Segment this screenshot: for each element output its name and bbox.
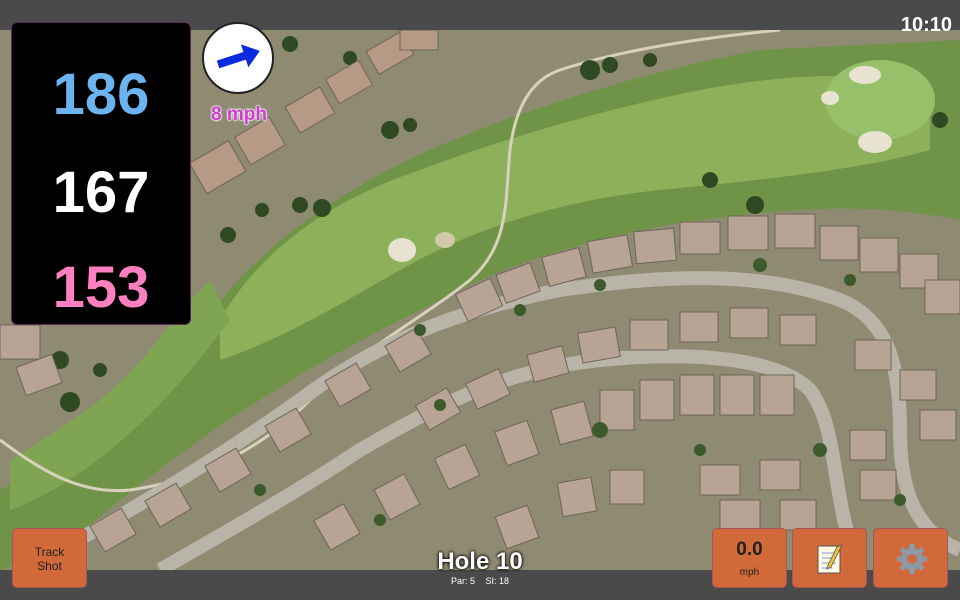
notes-button[interactable] (792, 528, 867, 588)
wind-indicator (202, 22, 274, 94)
yardage-panel: 186 167 153 (11, 22, 191, 325)
hole-stroke-index: SI: 18 (485, 576, 510, 586)
speed-value: 0.0 (736, 539, 763, 560)
arrow-right-icon (216, 44, 260, 69)
wind-speed: 8 mph (211, 104, 267, 125)
speed-button[interactable]: 0.0 mph (712, 528, 787, 588)
clock: 10:10 (900, 14, 952, 36)
hole-par: Par: 5 (450, 576, 475, 586)
track-shot-label-line1: Track (34, 545, 65, 559)
speed-unit: mph (739, 567, 760, 578)
notepad-icon (817, 544, 843, 574)
back-yardage: 186 (52, 62, 150, 127)
gear-icon (897, 544, 927, 574)
track-shot-button[interactable]: Track Shot (12, 528, 87, 588)
front-yardage: 153 (52, 255, 150, 320)
hole-info: Par: 5 SI: 18 (380, 576, 580, 586)
middle-yardage: 167 (52, 160, 150, 225)
settings-button[interactable] (873, 528, 948, 588)
hole-title: Hole 10 (437, 548, 523, 575)
track-shot-label-line2: Shot (37, 559, 62, 573)
